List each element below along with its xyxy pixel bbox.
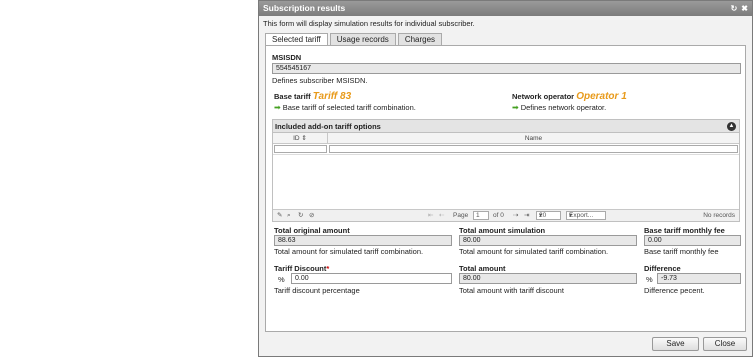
page-number-input[interactable]: 1 — [473, 211, 489, 220]
base-tariff-help: ➡ Base tariff of selected tariff combinat… — [274, 103, 416, 112]
msisdn-help: Defines subscriber MSISDN. — [272, 76, 368, 85]
column-id[interactable]: ID ⇕ — [273, 133, 328, 143]
edit-icon[interactable]: ✎ — [277, 210, 282, 222]
collapse-icon[interactable]: ▲ — [727, 122, 736, 131]
grid-filter-row — [273, 144, 739, 155]
total-amount-field[interactable]: 80.00 — [459, 273, 637, 284]
grid-pager: ✎ ⌕ ↻ ⊘ ⇤ ⇠ Page 1 of 0 ⇢ ⇥ 20 ▾ Export.… — [273, 209, 739, 221]
tariff-discount-input[interactable]: 0.00 — [291, 273, 452, 284]
addons-grid-header[interactable]: Included add-on tariff options ▲ — [273, 120, 739, 133]
name-filter-input[interactable] — [329, 145, 738, 153]
tariff-discount-label: Tariff Discount* — [274, 264, 330, 273]
total-amount-help: Total amount with tariff discount — [459, 286, 564, 295]
msisdn-label: MSISDN — [272, 53, 302, 62]
close-button[interactable]: Close — [703, 337, 747, 351]
window-title: Subscription results — [263, 3, 346, 13]
base-tariff-value: Tariff 83 — [312, 91, 352, 102]
total-amount-label: Total amount — [459, 264, 506, 273]
difference-help: Difference pecent. — [644, 286, 705, 295]
reload-icon[interactable]: ↻ — [298, 210, 303, 222]
next-page-icon[interactable]: ⇢ — [513, 210, 518, 222]
difference-field[interactable]: -9.73 — [657, 273, 741, 284]
no-records-text: No records — [703, 212, 735, 219]
search-icon[interactable]: ⌕ — [287, 210, 291, 222]
required-mark: * — [326, 264, 330, 273]
total-original-amount-field[interactable]: 88.63 — [274, 235, 452, 246]
addons-grid: Included add-on tariff options ▲ ID ⇕ Na… — [272, 119, 740, 222]
total-original-amount-label: Total original amount — [274, 226, 350, 235]
base-tariff-monthly-fee-help: Base tariff monthly fee — [644, 247, 719, 256]
export-select[interactable]: Export... ▾ — [566, 211, 606, 220]
total-amount-simulation-help: Total amount for simulated tariff combin… — [459, 247, 609, 256]
selected-tariff-panel: MSISDN 554545167 Defines subscriber MSIS… — [265, 45, 746, 332]
prev-page-icon[interactable]: ⇠ — [439, 210, 444, 222]
grid-column-headers: ID ⇕ Name — [273, 133, 739, 144]
refresh-icon[interactable]: ↻ — [731, 1, 738, 16]
base-tariff-monthly-fee-label: Base tariff monthly fee — [644, 226, 725, 235]
network-operator-label: Network operator Operator 1 — [512, 91, 627, 102]
last-page-icon[interactable]: ⇥ — [524, 210, 529, 222]
network-operator-value: Operator 1 — [576, 91, 627, 102]
msisdn-field[interactable]: 554545167 — [272, 63, 741, 74]
close-icon[interactable]: ✖ — [741, 1, 748, 16]
arrow-right-icon: ➡ — [512, 103, 519, 112]
subscription-results-window: Subscription results ↻ ✖ This form will … — [258, 0, 753, 357]
clear-icon[interactable]: ⊘ — [309, 210, 314, 222]
column-name[interactable]: Name — [328, 133, 739, 143]
total-amount-simulation-label: Total amount simulation — [459, 226, 546, 235]
network-operator-help: ➡ Defines network operator. — [512, 103, 607, 112]
page-label: Page — [453, 212, 469, 219]
page-count: of 0 — [493, 212, 504, 219]
total-original-amount-help: Total amount for simulated tariff combin… — [274, 247, 424, 256]
tariff-discount-unit: % — [278, 275, 285, 284]
difference-unit: % — [646, 275, 653, 284]
difference-label: Difference — [644, 264, 681, 273]
page-size-select[interactable]: 20 ▾ — [536, 211, 561, 220]
first-page-icon[interactable]: ⇤ — [428, 210, 433, 222]
tariff-discount-help: Tariff discount percentage — [274, 286, 360, 295]
arrow-right-icon: ➡ — [274, 103, 281, 112]
base-tariff-monthly-fee-field[interactable]: 0.00 — [644, 235, 741, 246]
window-titlebar[interactable]: Subscription results ↻ ✖ — [259, 1, 752, 16]
id-filter-input[interactable] — [274, 145, 327, 153]
save-button[interactable]: Save — [652, 337, 699, 351]
base-tariff-label: Base tariff Tariff 83 — [274, 91, 352, 102]
window-description: This form will display simulation result… — [263, 19, 475, 28]
total-amount-simulation-field[interactable]: 80.00 — [459, 235, 637, 246]
